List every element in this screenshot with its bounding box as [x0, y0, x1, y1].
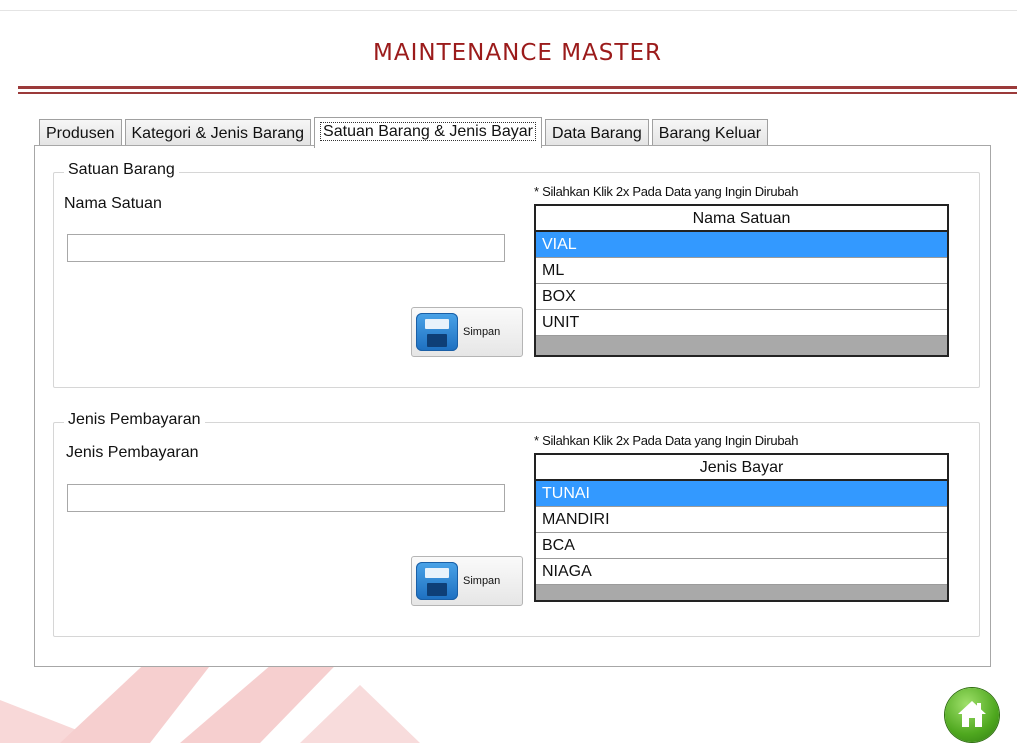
grid-row[interactable]: VIAL: [536, 232, 947, 258]
tab-label: Produsen: [46, 125, 115, 142]
label-nama-satuan: Nama Satuan: [64, 195, 162, 212]
floppy-disk-icon: [416, 313, 458, 351]
grid-nama-satuan[interactable]: Nama Satuan VIAL ML BOX UNIT: [534, 204, 949, 357]
label-jenis-pembayaran: Jenis Pembayaran: [66, 444, 199, 461]
floppy-disk-icon: [416, 562, 458, 600]
grid-row[interactable]: TUNAI: [536, 481, 947, 507]
app-title: MAINTENANCE MASTER: [373, 40, 662, 66]
grid-empty-area: [536, 336, 947, 355]
grid-row[interactable]: BOX: [536, 284, 947, 310]
tab-bar: Produsen Kategori & Jenis Barang Satuan …: [39, 117, 771, 148]
group-title-bayar: Jenis Pembayaran: [64, 411, 205, 429]
grid-row[interactable]: ML: [536, 258, 947, 284]
note-satuan: * Silahkan Klik 2x Pada Data yang Ingin …: [534, 184, 799, 199]
home-icon: [958, 701, 986, 727]
tab-barang-keluar[interactable]: Barang Keluar: [651, 119, 769, 147]
grid-row[interactable]: NIAGA: [536, 559, 947, 585]
tab-label: Kategori & Jenis Barang: [131, 125, 305, 142]
tab-data-barang[interactable]: Data Barang: [544, 119, 649, 147]
grid-empty-area: [536, 585, 947, 600]
tab-satuan-barang-jenis-bayar[interactable]: Satuan Barang & Jenis Bayar: [314, 117, 542, 148]
group-title-satuan: Satuan Barang: [64, 161, 179, 179]
grid-header[interactable]: Jenis Bayar: [536, 455, 947, 481]
tab-label: Data Barang: [551, 125, 642, 142]
grid-row[interactable]: BCA: [536, 533, 947, 559]
tab-panel-satuan-bayar: Satuan Barang Nama Satuan Simpan * Silah…: [34, 145, 991, 667]
note-bayar: * Silahkan Klik 2x Pada Data yang Ingin …: [534, 433, 799, 448]
save-button-label: Simpan: [463, 575, 501, 587]
title-rule-top: [18, 86, 1017, 89]
tab-label: Barang Keluar: [658, 125, 762, 142]
save-button-label: Simpan: [463, 326, 501, 338]
grid-row[interactable]: UNIT: [536, 310, 947, 336]
jenis-pembayaran-input[interactable]: [67, 484, 505, 512]
tab-produsen[interactable]: Produsen: [39, 119, 122, 147]
tab-kategori-jenis-barang[interactable]: Kategori & Jenis Barang: [124, 119, 312, 147]
home-button[interactable]: [945, 688, 999, 742]
nama-satuan-input[interactable]: [67, 234, 505, 262]
window-top-border: [0, 10, 1017, 11]
simpan-bayar-button[interactable]: Simpan: [411, 556, 523, 606]
tab-label: Satuan Barang & Jenis Bayar: [320, 122, 536, 141]
grid-jenis-bayar[interactable]: Jenis Bayar TUNAI MANDIRI BCA NIAGA: [534, 453, 949, 602]
simpan-satuan-button[interactable]: Simpan: [411, 307, 523, 357]
grid-header[interactable]: Nama Satuan: [536, 206, 947, 232]
title-rule-bottom: [18, 92, 1017, 94]
grid-row[interactable]: MANDIRI: [536, 507, 947, 533]
